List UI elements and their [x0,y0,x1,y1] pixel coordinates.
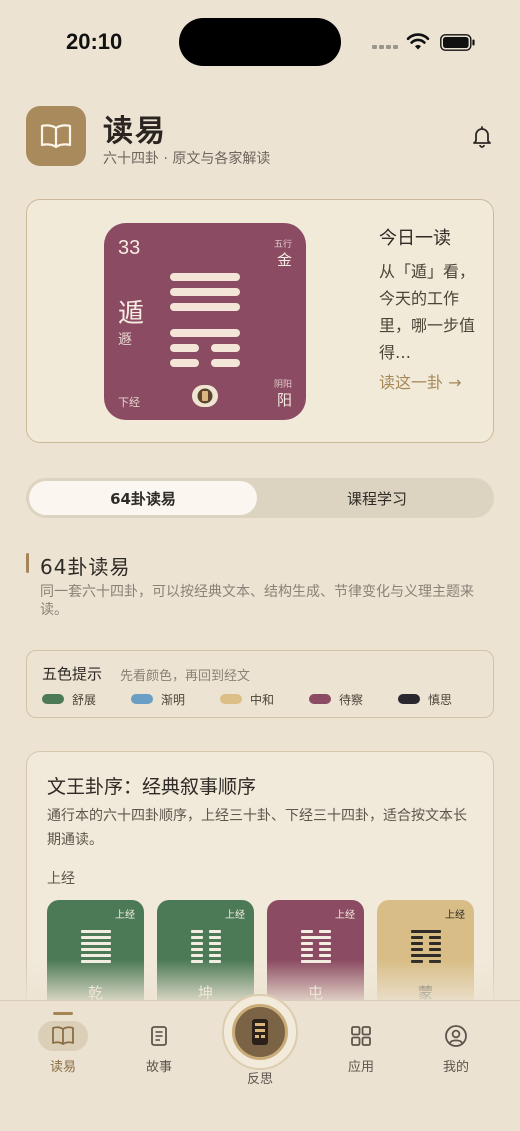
seal-icon [232,1004,288,1060]
legend-label: 待察 [339,692,364,707]
tab-story[interactable]: 故事 [124,1016,194,1076]
reflect-center-button[interactable] [222,994,298,1070]
legend-swatch [42,694,64,704]
today-reading-card[interactable]: 33 遁 遯 五行 金 阴阳 阳 下经 今日一读 从「遁」看，今天的工作里，哪一… [26,199,494,443]
today-title: 今日一读 [379,228,451,249]
status-bar: 20:10 [0,0,520,84]
yang-line [81,948,111,951]
notebook-icon [151,1026,167,1046]
yin-line [191,930,221,933]
sequence-title: 文王卦序：经典叙事顺序 [47,776,257,798]
yin-line [191,948,221,951]
section-accent-bar [26,553,29,573]
yang-line [81,930,111,933]
tab-64-hexagrams[interactable]: 64卦读易 [29,481,257,515]
legend-item: 舒展 [42,691,96,707]
legend-swatch [398,694,420,704]
yinyang-value: 阳 [276,391,292,409]
yang-line [81,954,111,957]
yang-line [411,930,441,933]
app-title: 读易 [103,114,167,149]
yang-line [170,288,240,296]
sequence-desc: 通行本的六十四卦顺序，上经三十卦、下经三十四卦，适合按文本长期通读。 [47,808,467,848]
yang-line [170,329,240,337]
dynamic-island [179,18,341,66]
tab-profile[interactable]: 我的 [421,1016,491,1076]
wuxing-value: 金 [276,251,292,269]
tab-label: 读易 [49,1060,76,1075]
book-open-icon [52,1026,74,1045]
color-legend: 五色提示 先看颜色，再回到经文 舒展 渐明 中和 待察 慎思 [26,650,494,718]
legend-swatch [131,694,153,704]
legend-swatch [309,694,331,704]
legend-item: 慎思 [398,691,452,707]
tab-label: 故事 [145,1060,172,1075]
yin-line [170,359,240,367]
legend-label: 渐明 [161,692,186,707]
hexagram-name: 遁 [118,299,145,329]
legend-item: 中和 [220,691,274,707]
status-time: 20:10 [66,29,123,54]
legend-label: 慎思 [428,692,453,707]
hexagram-part: 下经 [118,396,140,409]
legend-swatch [220,694,242,704]
hexagram-tile-tag: 上经 [115,910,135,921]
app-subtitle: 六十四卦 · 原文与各家解读 [103,151,271,167]
segmented-tabs: 64卦读易 课程学习 [26,478,494,518]
legend-title: 五色提示 [42,665,103,683]
battery-icon [440,34,475,51]
yin-line [170,344,240,352]
yin-line [301,954,331,957]
signal-icon [372,44,398,50]
yin-line [301,948,331,951]
grid-icon [351,1026,371,1046]
tab-read[interactable]: 读易 [28,1012,98,1076]
person-icon [445,1025,467,1047]
hexagram-tile-tag: 上经 [445,910,465,921]
hexagram-tile-tag: 上经 [225,910,245,921]
bell-icon[interactable] [470,124,494,148]
yang-line [170,273,240,281]
tab-label: 应用 [347,1060,374,1075]
yin-line [191,936,221,939]
today-hexagram-card[interactable]: 33 遁 遯 五行 金 阴阳 阳 下经 [104,223,306,420]
yin-line [191,954,221,957]
legend-item: 待察 [309,691,363,707]
yang-line [81,942,111,945]
hexagram-tile-tag: 上经 [335,910,355,921]
hexagram-lines [170,273,240,374]
sequence-subheading: 上经 [47,871,75,887]
read-hexagram-link[interactable]: 读这一卦 → [379,372,469,394]
hexagram-number: 33 [118,237,141,259]
legend-hint: 先看颜色，再回到经文 [120,669,251,684]
hexagram-alt-name: 遯 [118,332,132,348]
yang-line [411,954,441,957]
app-header: 读易 六十四卦 · 原文与各家解读 [26,106,496,167]
today-text: 从「遁」看，今天的工作里，哪一步值得… [379,262,476,362]
tab-courses[interactable]: 课程学习 [263,481,491,515]
seal-icon [192,385,218,407]
legend-label: 中和 [250,692,275,707]
legend-item: 渐明 [131,691,185,707]
section-desc: 同一套六十四卦，可以按经典文本、结构生成、节律变化与义理主题来读。 [40,584,474,618]
yin-line [411,936,441,939]
yang-line [170,303,240,311]
yang-line [81,936,111,939]
tab-label-reflect: 反思 [246,1072,273,1087]
tab-active-indicator [53,1012,73,1015]
book-icon [26,106,86,166]
yin-line [411,948,441,951]
yang-line [301,936,331,939]
wifi-icon [406,33,430,50]
tab-label: 我的 [442,1060,469,1075]
yin-line [411,942,441,945]
yin-line [191,942,221,945]
yin-line [301,930,331,933]
section-title: 64卦读易 [40,555,131,579]
yin-line [301,942,331,945]
tab-apps[interactable]: 应用 [326,1016,396,1076]
legend-label: 舒展 [72,692,97,707]
